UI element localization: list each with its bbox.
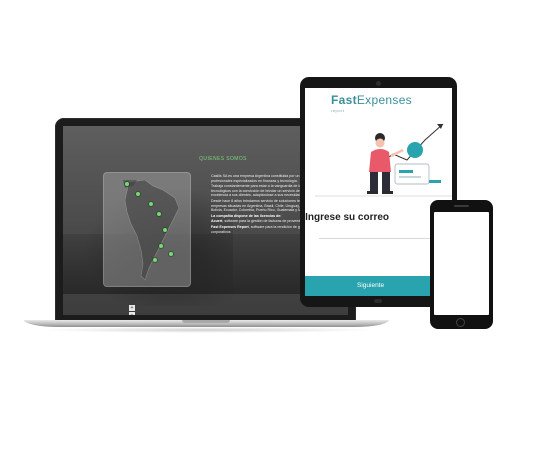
south-america-map	[123, 180, 180, 281]
phone-device	[430, 200, 493, 329]
camera-icon	[376, 81, 381, 86]
map-pin-chile[interactable]	[153, 258, 157, 262]
map-pin-guatemala[interactable]	[136, 192, 140, 196]
licenses-title: La compañía dispone de las licencias de:	[211, 213, 282, 218]
section-heading: QUIENES SOMOS	[199, 156, 247, 162]
map-zoom-controls: + −	[129, 305, 135, 315]
map-pin-ecuador[interactable]	[157, 212, 161, 216]
license-name: Fast Expenses Report	[211, 224, 249, 229]
finance-person-illustration	[315, 123, 452, 197]
license-name: Acuert	[211, 219, 223, 224]
zoom-in-button[interactable]: +	[129, 305, 135, 311]
zoom-out-button[interactable]: −	[129, 312, 135, 315]
map-pin-colombia[interactable]	[149, 202, 153, 206]
map-pin-peru[interactable]	[163, 228, 167, 232]
email-field[interactable]	[319, 238, 439, 239]
laptop-notch	[182, 320, 230, 323]
speaker-icon	[454, 205, 469, 207]
laptop-shadow	[40, 327, 375, 333]
home-button[interactable]	[456, 318, 465, 327]
home-indicator[interactable]	[374, 299, 382, 303]
map-widget[interactable]: + −	[103, 172, 191, 315]
map-pin-mexico[interactable]	[125, 182, 129, 186]
license-description: , software para la gestión de facturas d…	[222, 219, 308, 224]
fast-expenses-logo: FastExpenses	[331, 93, 412, 107]
map-pin-bolivia[interactable]	[159, 244, 163, 248]
map-pin-argentina[interactable]	[169, 252, 173, 256]
phone-screen	[434, 212, 489, 315]
